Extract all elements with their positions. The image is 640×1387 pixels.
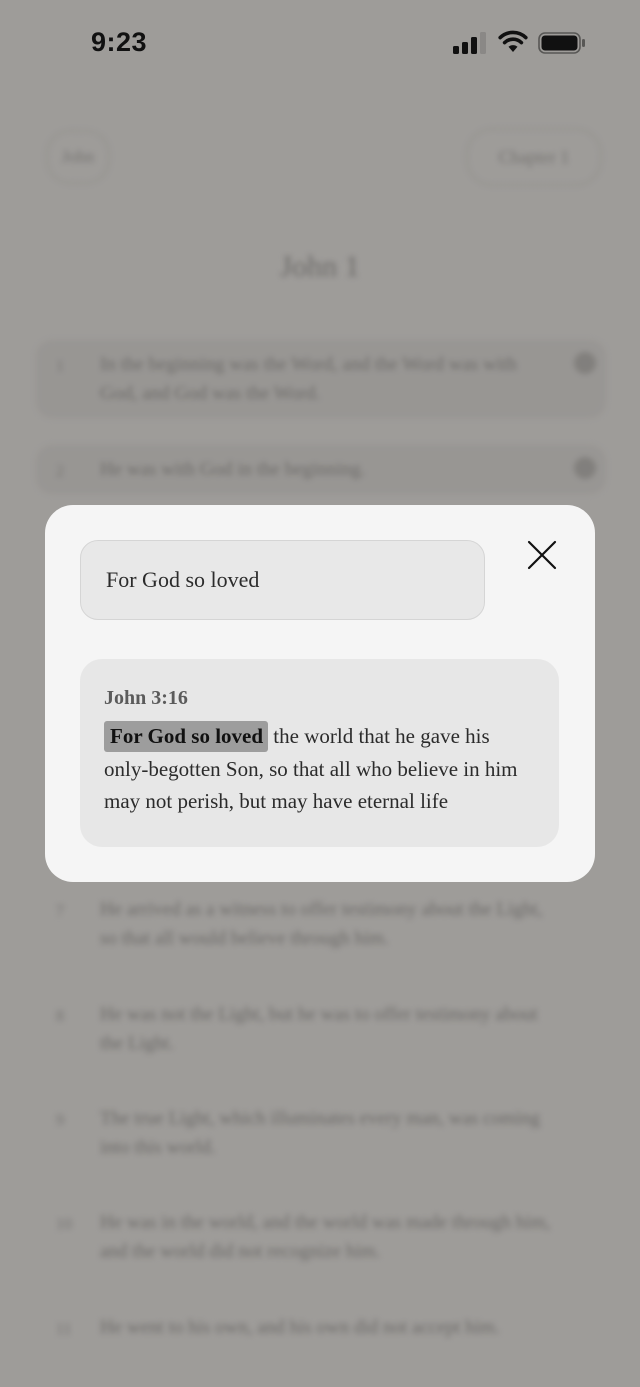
cellular-signal-icon [453,32,486,54]
match-highlight: For God so loved [104,721,269,752]
status-bar: 9:23 [0,0,640,90]
close-button[interactable] [519,532,565,578]
close-icon[interactable] [527,540,557,570]
search-input[interactable] [80,540,485,620]
search-result[interactable]: John 3:16 For God so loved the world tha… [80,659,559,847]
result-text: For God so loved the world that he gave … [104,720,535,818]
status-time: 9:23 [91,27,148,57]
search-modal: John 3:16 For God so loved the world tha… [45,505,595,882]
result-reference: John 3:16 [104,687,188,709]
wifi-icon [498,30,528,52]
battery-icon [538,32,585,54]
